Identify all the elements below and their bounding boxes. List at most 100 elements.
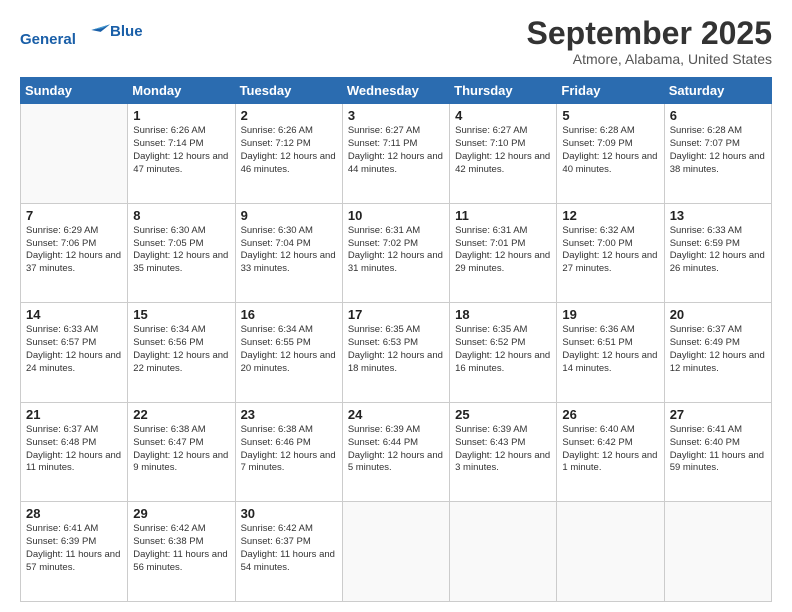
day-header-friday: Friday: [557, 78, 664, 104]
day-number: 7: [26, 208, 122, 223]
calendar-cell: 17Sunrise: 6:35 AMSunset: 6:53 PMDayligh…: [342, 303, 449, 403]
cell-details: Sunrise: 6:38 AMSunset: 6:46 PMDaylight:…: [241, 424, 337, 475]
day-number: 4: [455, 108, 551, 123]
week-row-1: 1 Sunrise: 6:26 AMSunset: 7:14 PMDaylight…: [21, 104, 772, 204]
week-row-5: 28 Sunrise: 6:41 AMSunset: 6:39 PMDayligh…: [21, 502, 772, 602]
calendar-cell: 23 Sunrise: 6:38 AMSunset: 6:46 PMDayligh…: [235, 402, 342, 502]
calendar-cell: [450, 502, 557, 602]
calendar-cell: 30 Sunrise: 6:42 AMSunset: 6:37 PMDayligh…: [235, 502, 342, 602]
cell-details: Sunrise: 6:30 AMSunset: 7:04 PMDaylight:…: [241, 225, 337, 276]
calendar-cell: 28 Sunrise: 6:41 AMSunset: 6:39 PMDayligh…: [21, 502, 128, 602]
cell-details: Sunrise: 6:35 AMSunset: 6:53 PMDaylight:…: [348, 324, 444, 375]
day-number: 15: [133, 307, 229, 322]
calendar-cell: 27Sunrise: 6:41 AMSunset: 6:40 PMDayligh…: [664, 402, 771, 502]
cell-details: Sunrise: 6:31 AMSunset: 7:01 PMDaylight:…: [455, 225, 551, 276]
calendar-cell: 1 Sunrise: 6:26 AMSunset: 7:14 PMDaylight…: [128, 104, 235, 204]
day-number: 29: [133, 506, 229, 521]
week-row-3: 14Sunrise: 6:33 AMSunset: 6:57 PMDayligh…: [21, 303, 772, 403]
day-number: 3: [348, 108, 444, 123]
day-number: 13: [670, 208, 766, 223]
calendar-cell: 25 Sunrise: 6:39 AMSunset: 6:43 PMDayligh…: [450, 402, 557, 502]
calendar-cell: 8 Sunrise: 6:30 AMSunset: 7:05 PMDaylight…: [128, 203, 235, 303]
cell-details: Sunrise: 6:28 AMSunset: 7:07 PMDaylight:…: [670, 125, 766, 176]
calendar-cell: 16 Sunrise: 6:34 AMSunset: 6:55 PMDayligh…: [235, 303, 342, 403]
day-number: 22: [133, 407, 229, 422]
calendar-cell: 6Sunrise: 6:28 AMSunset: 7:07 PMDaylight…: [664, 104, 771, 204]
calendar-cell: 22 Sunrise: 6:38 AMSunset: 6:47 PMDayligh…: [128, 402, 235, 502]
day-number: 30: [241, 506, 337, 521]
cell-details: Sunrise: 6:40 AMSunset: 6:42 PMDaylight:…: [562, 424, 658, 475]
calendar-cell: 13Sunrise: 6:33 AMSunset: 6:59 PMDayligh…: [664, 203, 771, 303]
calendar-cell: [664, 502, 771, 602]
cell-details: Sunrise: 6:26 AMSunset: 7:14 PMDaylight:…: [133, 125, 229, 176]
calendar-cell: 12 Sunrise: 6:32 AMSunset: 7:00 PMDayligh…: [557, 203, 664, 303]
day-number: 1: [133, 108, 229, 123]
logo-text: General: [20, 16, 110, 49]
calendar-cell: 11 Sunrise: 6:31 AMSunset: 7:01 PMDayligh…: [450, 203, 557, 303]
day-number: 14: [26, 307, 122, 322]
day-number: 26: [562, 407, 658, 422]
calendar-body: 1 Sunrise: 6:26 AMSunset: 7:14 PMDaylight…: [21, 104, 772, 602]
day-header-monday: Monday: [128, 78, 235, 104]
cell-details: Sunrise: 6:27 AMSunset: 7:11 PMDaylight:…: [348, 125, 444, 176]
day-header-wednesday: Wednesday: [342, 78, 449, 104]
cell-details: Sunrise: 6:26 AMSunset: 7:12 PMDaylight:…: [241, 125, 337, 176]
day-number: 18: [455, 307, 551, 322]
calendar-cell: 4 Sunrise: 6:27 AMSunset: 7:10 PMDaylight…: [450, 104, 557, 204]
calendar-header: SundayMondayTuesdayWednesdayThursdayFrid…: [21, 78, 772, 104]
day-number: 8: [133, 208, 229, 223]
title-block: September 2025 Atmore, Alabama, United S…: [527, 16, 772, 67]
cell-details: Sunrise: 6:27 AMSunset: 7:10 PMDaylight:…: [455, 125, 551, 176]
day-number: 24: [348, 407, 444, 422]
day-number: 12: [562, 208, 658, 223]
cell-details: Sunrise: 6:29 AMSunset: 7:06 PMDaylight:…: [26, 225, 122, 276]
day-number: 25: [455, 407, 551, 422]
calendar-cell: [342, 502, 449, 602]
day-header-thursday: Thursday: [450, 78, 557, 104]
calendar-cell: [21, 104, 128, 204]
cell-details: Sunrise: 6:41 AMSunset: 6:39 PMDaylight:…: [26, 523, 122, 574]
calendar-cell: 18Sunrise: 6:35 AMSunset: 6:52 PMDayligh…: [450, 303, 557, 403]
day-number: 20: [670, 307, 766, 322]
day-header-row: SundayMondayTuesdayWednesdayThursdayFrid…: [21, 78, 772, 104]
cell-details: Sunrise: 6:36 AMSunset: 6:51 PMDaylight:…: [562, 324, 658, 375]
day-number: 16: [241, 307, 337, 322]
cell-details: Sunrise: 6:32 AMSunset: 7:00 PMDaylight:…: [562, 225, 658, 276]
day-header-sunday: Sunday: [21, 78, 128, 104]
day-number: 28: [26, 506, 122, 521]
calendar-cell: 15 Sunrise: 6:34 AMSunset: 6:56 PMDayligh…: [128, 303, 235, 403]
cell-details: Sunrise: 6:34 AMSunset: 6:55 PMDaylight:…: [241, 324, 337, 375]
cell-details: Sunrise: 6:28 AMSunset: 7:09 PMDaylight:…: [562, 125, 658, 176]
cell-details: Sunrise: 6:31 AMSunset: 7:02 PMDaylight:…: [348, 225, 444, 276]
logo-bird-icon: [82, 16, 110, 44]
week-row-4: 21Sunrise: 6:37 AMSunset: 6:48 PMDayligh…: [21, 402, 772, 502]
cell-details: Sunrise: 6:38 AMSunset: 6:47 PMDaylight:…: [133, 424, 229, 475]
cell-details: Sunrise: 6:34 AMSunset: 6:56 PMDaylight:…: [133, 324, 229, 375]
day-number: 23: [241, 407, 337, 422]
cell-details: Sunrise: 6:30 AMSunset: 7:05 PMDaylight:…: [133, 225, 229, 276]
day-number: 11: [455, 208, 551, 223]
cell-details: Sunrise: 6:42 AMSunset: 6:37 PMDaylight:…: [241, 523, 337, 574]
cell-details: Sunrise: 6:42 AMSunset: 6:38 PMDaylight:…: [133, 523, 229, 574]
calendar-cell: 7 Sunrise: 6:29 AMSunset: 7:06 PMDaylight…: [21, 203, 128, 303]
day-number: 27: [670, 407, 766, 422]
day-header-saturday: Saturday: [664, 78, 771, 104]
calendar-cell: 5 Sunrise: 6:28 AMSunset: 7:09 PMDaylight…: [557, 104, 664, 204]
day-number: 5: [562, 108, 658, 123]
day-number: 9: [241, 208, 337, 223]
calendar-cell: 24Sunrise: 6:39 AMSunset: 6:44 PMDayligh…: [342, 402, 449, 502]
calendar-table: SundayMondayTuesdayWednesdayThursdayFrid…: [20, 77, 772, 602]
calendar-cell: 19Sunrise: 6:36 AMSunset: 6:51 PMDayligh…: [557, 303, 664, 403]
calendar-cell: [557, 502, 664, 602]
logo-line2: Blue: [110, 23, 143, 41]
calendar-cell: 29 Sunrise: 6:42 AMSunset: 6:38 PMDayligh…: [128, 502, 235, 602]
location: Atmore, Alabama, United States: [527, 51, 772, 67]
calendar-cell: 3 Sunrise: 6:27 AMSunset: 7:11 PMDaylight…: [342, 104, 449, 204]
month-title: September 2025: [527, 16, 772, 51]
calendar-cell: 26 Sunrise: 6:40 AMSunset: 6:42 PMDayligh…: [557, 402, 664, 502]
day-header-tuesday: Tuesday: [235, 78, 342, 104]
day-number: 2: [241, 108, 337, 123]
cell-details: Sunrise: 6:39 AMSunset: 6:43 PMDaylight:…: [455, 424, 551, 475]
day-number: 10: [348, 208, 444, 223]
calendar-cell: 20Sunrise: 6:37 AMSunset: 6:49 PMDayligh…: [664, 303, 771, 403]
